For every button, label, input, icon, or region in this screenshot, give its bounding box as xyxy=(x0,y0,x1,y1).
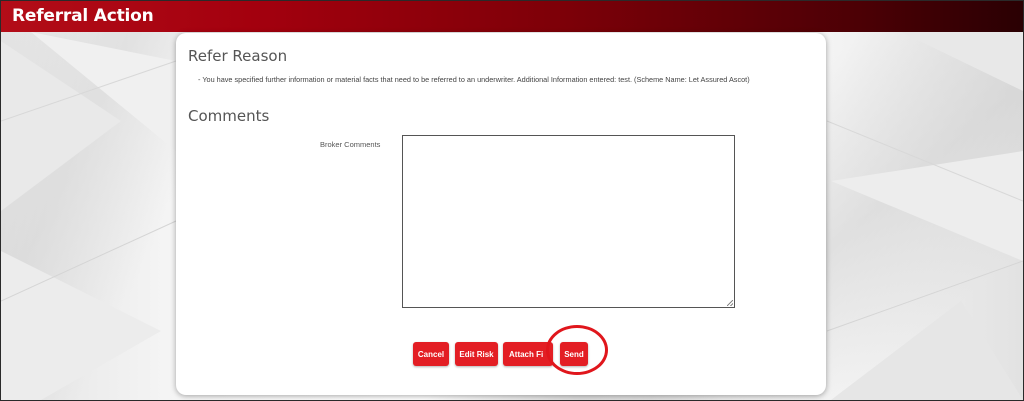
broker-comments-textarea[interactable] xyxy=(402,135,735,308)
title-bar: Referral Action xyxy=(1,1,1023,32)
comments-heading: Comments xyxy=(188,107,270,125)
broker-comments-label: Broker Comments xyxy=(320,140,381,149)
page-title: Referral Action xyxy=(12,6,154,26)
resize-handle-icon[interactable] xyxy=(727,300,733,306)
referral-panel: Refer Reason - You have specified furthe… xyxy=(176,33,826,395)
edit-risk-button[interactable]: Edit Risk xyxy=(455,342,498,366)
cancel-button[interactable]: Cancel xyxy=(413,342,449,366)
refer-reason-heading: Refer Reason xyxy=(188,47,288,65)
page-frame: Referral Action Refer Reason - You have … xyxy=(0,0,1024,401)
highlight-circle xyxy=(546,325,608,375)
refer-reason-text: - You have specified further information… xyxy=(198,75,750,84)
